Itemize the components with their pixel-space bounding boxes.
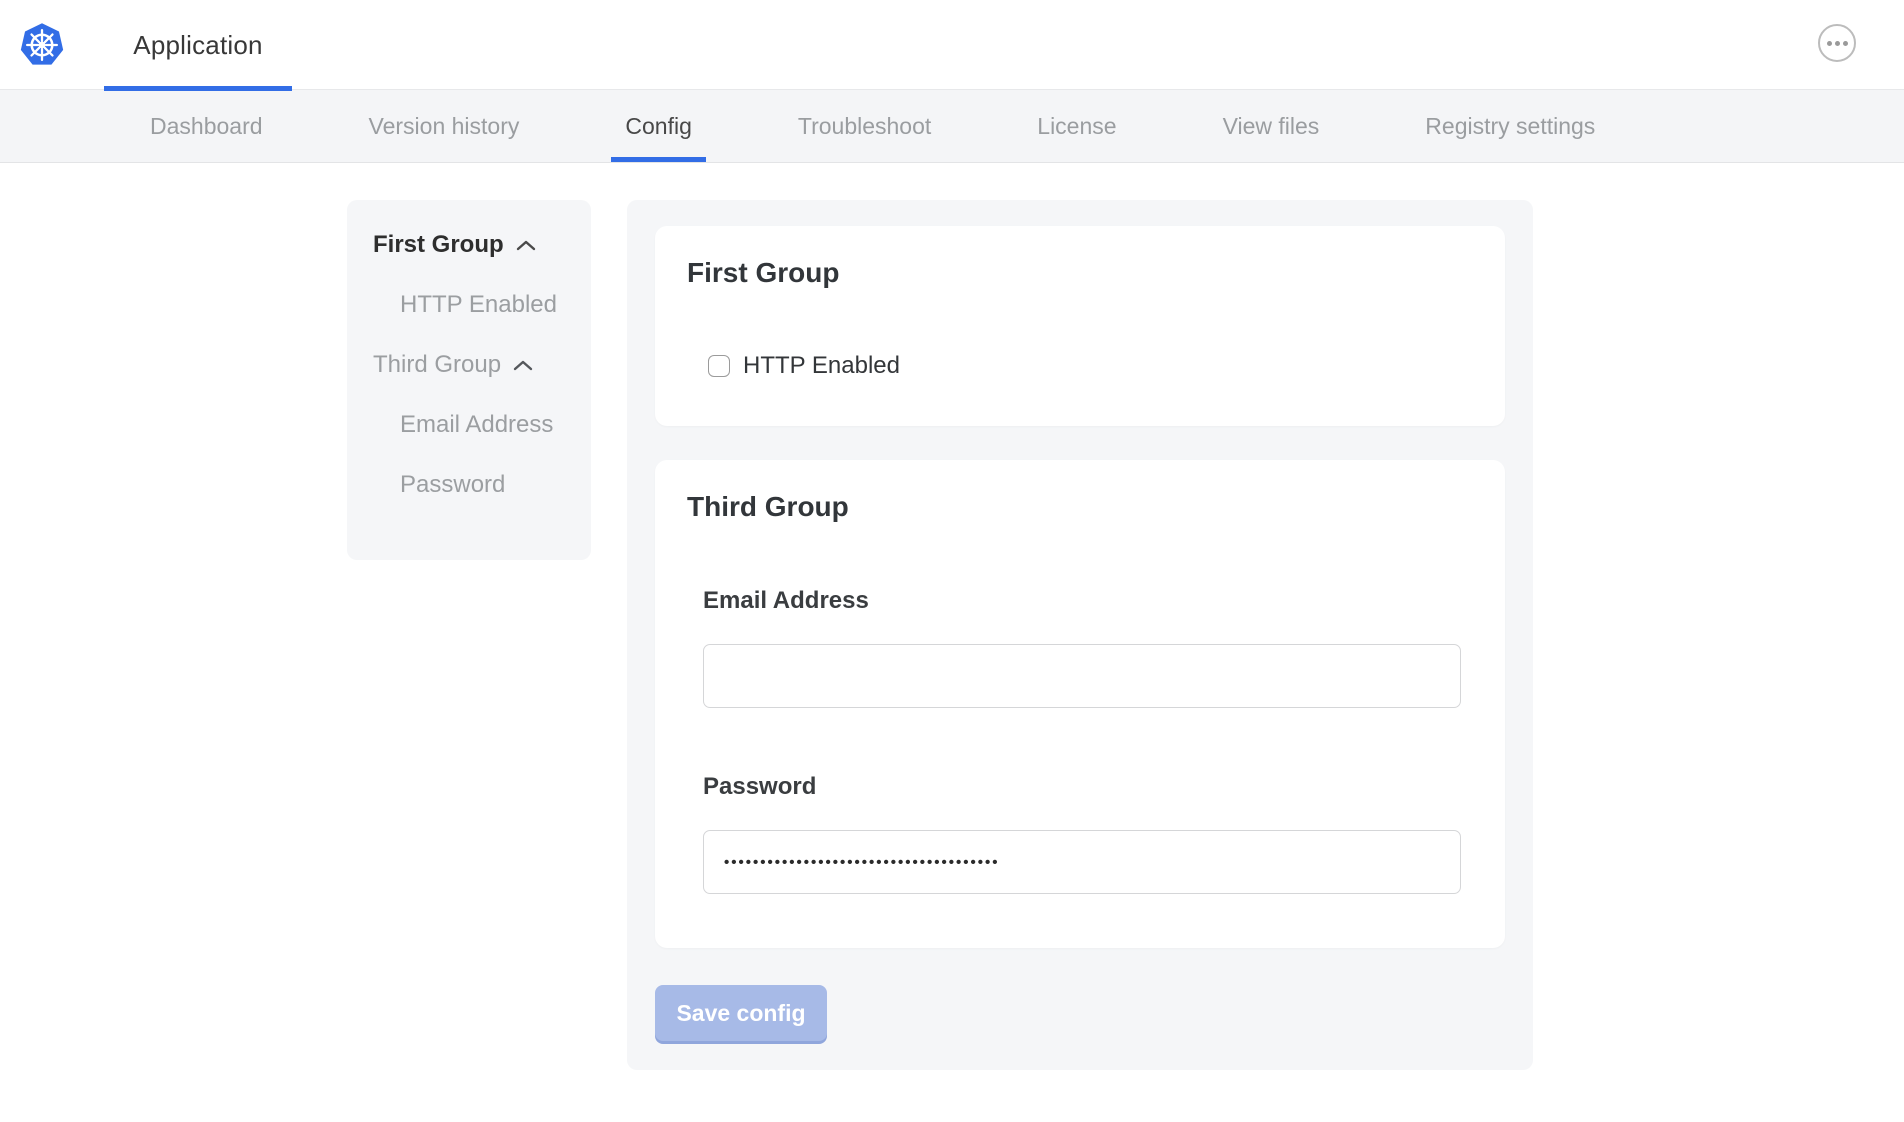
kubernetes-logo	[18, 21, 66, 69]
ellipsis-icon	[1843, 41, 1848, 46]
ellipsis-icon	[1827, 41, 1832, 46]
tab-label: Dashboard	[150, 113, 263, 140]
sidebar-group-label: Third Group	[373, 350, 501, 380]
app-subnav: Dashboard Version history Config Trouble…	[0, 90, 1904, 163]
config-group-card-third-group: Third Group Email Address Password	[655, 460, 1505, 948]
chevron-up-icon	[513, 360, 533, 371]
tab-license[interactable]: License	[1023, 90, 1130, 162]
sidebar-group-first-group[interactable]: First Group	[373, 230, 581, 260]
sidebar-group-label: First Group	[373, 230, 504, 260]
http-enabled-checkbox[interactable]	[708, 355, 730, 377]
tab-view-files[interactable]: View files	[1209, 90, 1334, 162]
checkbox-label[interactable]: HTTP Enabled	[743, 352, 900, 380]
tab-troubleshoot[interactable]: Troubleshoot	[784, 90, 945, 162]
tab-label: Config	[625, 113, 691, 140]
active-tab-underline	[611, 157, 705, 162]
group-fields: Email Address Password	[703, 586, 1473, 894]
top-header-bar: Application	[0, 0, 1904, 90]
password-field-block: Password	[703, 772, 1473, 894]
tab-label: Troubleshoot	[798, 113, 931, 140]
tab-label: Version history	[369, 113, 520, 140]
config-panel: First Group HTTP Enabled Third Group Ema…	[627, 200, 1533, 1070]
active-tab-underline	[104, 86, 292, 91]
group-title: Third Group	[687, 490, 1473, 524]
app-tab-label: Application	[133, 30, 262, 61]
ellipsis-icon	[1835, 41, 1840, 46]
sidebar-item-password[interactable]: Password	[400, 470, 581, 500]
email-address-input[interactable]	[703, 644, 1461, 708]
password-input[interactable]	[703, 830, 1461, 894]
tab-label: License	[1037, 113, 1116, 140]
tab-label: Registry settings	[1425, 113, 1595, 140]
group-title: First Group	[687, 256, 1473, 290]
tab-label: View files	[1223, 113, 1320, 140]
overflow-menu-button[interactable]	[1818, 24, 1856, 62]
tab-registry-settings[interactable]: Registry settings	[1411, 90, 1609, 162]
tab-application[interactable]: Application	[104, 0, 292, 90]
http-enabled-checkbox-row: HTTP Enabled	[708, 352, 1473, 380]
sidebar-group-third-group[interactable]: Third Group	[373, 350, 581, 380]
tab-config[interactable]: Config	[611, 90, 705, 162]
tab-dashboard[interactable]: Dashboard	[136, 90, 277, 162]
save-config-button[interactable]: Save config	[655, 985, 827, 1041]
config-sidebar: First Group HTTP Enabled Third Group Ema…	[347, 200, 591, 560]
config-group-card-first-group: First Group HTTP Enabled	[655, 226, 1505, 426]
sidebar-item-http-enabled[interactable]: HTTP Enabled	[400, 290, 581, 320]
tab-version-history[interactable]: Version history	[355, 90, 534, 162]
email-address-field-block: Email Address	[703, 586, 1473, 708]
chevron-up-icon	[516, 240, 536, 251]
field-label: Email Address	[703, 586, 1473, 616]
field-label: Password	[703, 772, 1473, 802]
sidebar-item-email-address[interactable]: Email Address	[400, 410, 581, 440]
